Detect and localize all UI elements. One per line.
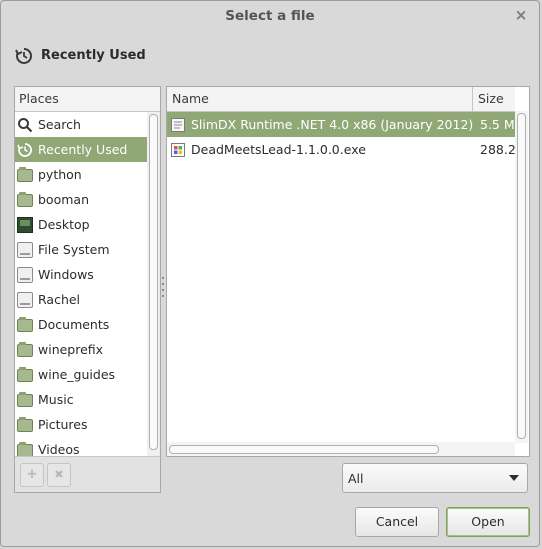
folder-icon	[17, 367, 33, 382]
drive-icon	[17, 241, 33, 258]
places-header[interactable]: Places	[15, 87, 160, 112]
places-sidebar: Places Search Recently Used python booma…	[14, 86, 161, 493]
window-title: Select a file	[225, 8, 315, 24]
pane-resize-handle[interactable]	[162, 277, 165, 301]
file-name: DeadMeetsLead-1.1.0.0.exe	[191, 142, 366, 157]
place-item-desktop[interactable]: Desktop	[15, 212, 148, 237]
file-size: 5.5 MB	[480, 117, 515, 132]
exe-icon	[170, 142, 186, 158]
remove-bookmark-button[interactable]: ✖	[47, 463, 71, 487]
places-scrollbar[interactable]	[147, 112, 159, 457]
title-bar[interactable]: Select a file ×	[1, 1, 539, 31]
pictures-folder-icon	[17, 417, 33, 432]
file-row[interactable]: SlimDX Runtime .NET 4.0 x86 (January 201…	[167, 112, 515, 137]
file-list: Name Size SlimDX Runtime .NET 4.0 x86 (J…	[166, 86, 530, 457]
music-folder-icon	[17, 392, 33, 407]
place-item-search[interactable]: Search	[15, 112, 148, 137]
folder-icon	[17, 317, 33, 332]
close-icon[interactable]: ×	[513, 7, 529, 23]
place-item-pictures[interactable]: Pictures	[15, 412, 148, 437]
place-item-documents[interactable]: Documents	[15, 312, 148, 337]
folder-icon	[17, 342, 33, 357]
place-label: Search	[38, 117, 81, 132]
place-label: booman	[38, 192, 89, 207]
place-item-booman[interactable]: booman	[15, 187, 148, 212]
place-item-wine-guides[interactable]: wine_guides	[15, 362, 148, 387]
place-item-videos[interactable]: Videos	[15, 437, 148, 457]
file-list-header: Name Size	[167, 87, 515, 112]
place-item-rachel[interactable]: Rachel	[15, 287, 148, 312]
location-label[interactable]: Recently Used	[41, 48, 146, 63]
place-item-windows[interactable]: Windows	[15, 262, 148, 287]
file-name: SlimDX Runtime .NET 4.0 x86 (January 201…	[191, 117, 473, 132]
places-list: Search Recently Used python booman Deskt…	[15, 112, 148, 457]
recent-icon	[15, 47, 32, 64]
column-header-name[interactable]: Name	[167, 87, 473, 111]
place-item-file-system[interactable]: File System	[15, 237, 148, 262]
file-list-horizontal-scrollbar-thumb[interactable]	[169, 445, 439, 454]
place-item-music[interactable]: Music	[15, 387, 148, 412]
location-bar: Recently Used	[15, 43, 146, 67]
place-label: wine_guides	[38, 367, 116, 382]
desktop-icon	[17, 216, 33, 233]
place-label: Pictures	[38, 417, 88, 432]
place-item-recently-used[interactable]: Recently Used	[15, 137, 148, 162]
drive-icon	[17, 266, 33, 283]
place-label: File System	[38, 242, 110, 257]
file-size: 288.2 kB	[480, 142, 515, 157]
place-label: Recently Used	[38, 142, 128, 157]
add-bookmark-button[interactable]: +	[20, 463, 44, 487]
open-button[interactable]: Open	[446, 507, 530, 537]
file-filter-dropdown[interactable]: All	[342, 463, 528, 493]
place-label: Documents	[38, 317, 110, 332]
place-label: Desktop	[38, 217, 90, 232]
column-header-size[interactable]: Size	[473, 87, 515, 111]
folder-icon	[17, 167, 33, 182]
home-folder-icon	[17, 192, 33, 207]
file-list-horizontal-scrollbar[interactable]	[167, 442, 515, 456]
place-label: Videos	[38, 442, 80, 457]
recent-icon	[17, 142, 33, 158]
file-list-vertical-scrollbar-thumb[interactable]	[517, 113, 526, 439]
place-label: Music	[38, 392, 74, 407]
file-filter-value: All	[348, 470, 364, 486]
file-rows: SlimDX Runtime .NET 4.0 x86 (January 201…	[167, 112, 515, 162]
places-toolbar: + ✖	[15, 456, 160, 492]
place-label: wineprefix	[38, 342, 104, 357]
file-chooser-dialog: Select a file × Recently Used Places Sea…	[0, 0, 540, 547]
msi-icon	[170, 117, 186, 133]
drive-icon	[17, 291, 33, 308]
file-list-vertical-scrollbar[interactable]	[515, 111, 528, 443]
place-label: python	[38, 167, 82, 182]
place-label: Windows	[38, 267, 94, 282]
chevron-down-icon	[509, 475, 519, 481]
place-item-python[interactable]: python	[15, 162, 148, 187]
file-row[interactable]: DeadMeetsLead-1.1.0.0.exe 288.2 kB	[167, 137, 515, 162]
place-item-wineprefix[interactable]: wineprefix	[15, 337, 148, 362]
places-scrollbar-thumb[interactable]	[149, 114, 158, 450]
cancel-button[interactable]: Cancel	[355, 507, 439, 537]
search-icon	[17, 117, 33, 133]
place-label: Rachel	[38, 292, 81, 307]
